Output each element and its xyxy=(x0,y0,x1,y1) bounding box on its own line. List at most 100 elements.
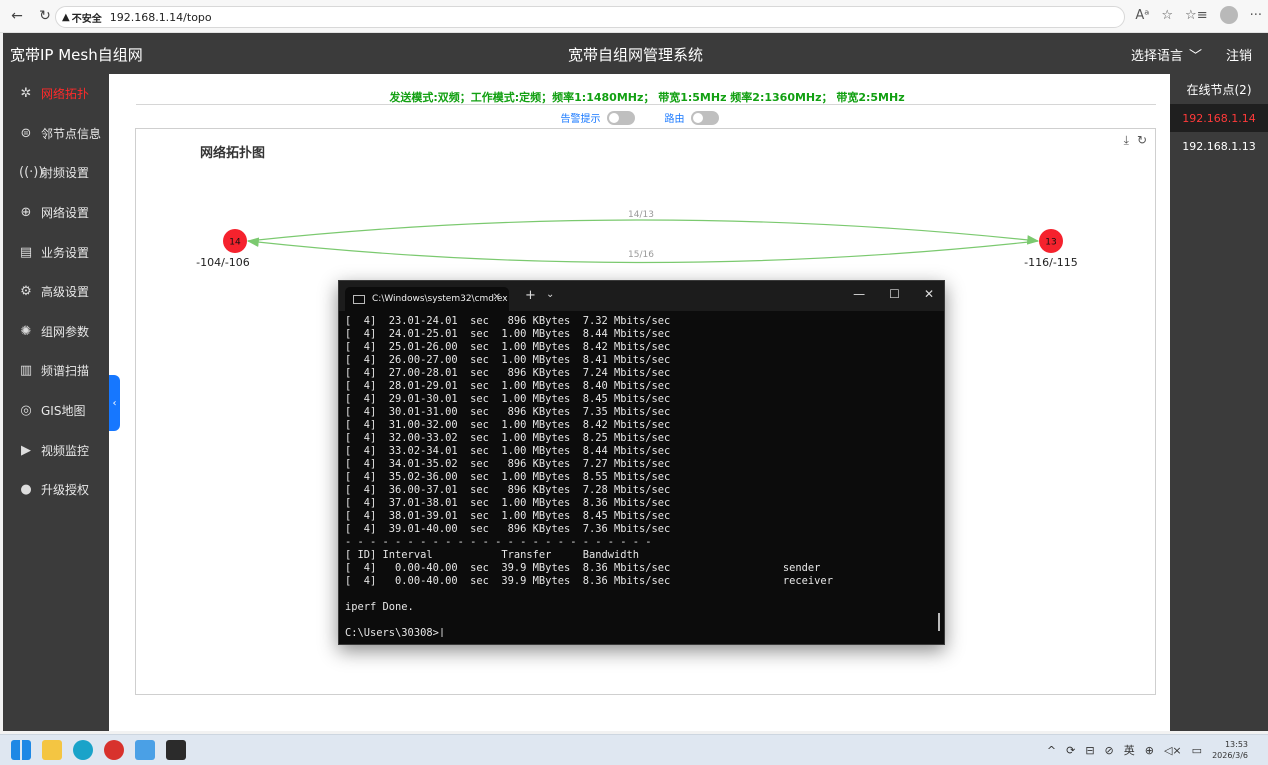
online-node-item[interactable]: 192.168.1.13 xyxy=(1170,132,1268,160)
sidebar-item-label: 射频设置 xyxy=(41,166,90,181)
terminal-line: [ 4] 24.01-25.01 sec 1.00 MBytes 8.44 Mb… xyxy=(345,328,671,340)
sidebar-item-spectrum[interactable]: ▥ 频谱扫描 xyxy=(3,351,109,391)
sidebar-item-label: 组网参数 xyxy=(41,324,90,339)
do-not-disturb-icon[interactable]: ⊘ xyxy=(1105,744,1114,757)
logout-button[interactable]: 注销 xyxy=(1226,45,1252,64)
terminal-line: [ 4] 29.01-30.01 sec 1.00 MBytes 8.45 Mb… xyxy=(345,393,671,405)
sidebar-item-label: 升级授权 xyxy=(41,483,90,498)
terminal-icon xyxy=(353,294,365,304)
ime-indicator[interactable]: 英 xyxy=(1124,742,1135,758)
terminal-line: [ 4] 33.02-34.01 sec 1.00 MBytes 8.44 Mb… xyxy=(345,445,671,457)
terminal-tab[interactable]: C:\Windows\system32\cmd.ex ✕ xyxy=(345,287,509,311)
sidebar-item-label: GIS地图 xyxy=(41,404,86,419)
sidebar-item-radio[interactable]: ((·)) 射频设置 xyxy=(3,153,109,193)
network-icon[interactable]: ⊟ xyxy=(1085,744,1094,757)
terminal-line: [ 4] 30.01-31.00 sec 896 KBytes 7.35 Mbi… xyxy=(345,406,671,418)
sidebar-item-gis[interactable]: ◎ GIS地图 xyxy=(3,391,109,431)
sidebar-item-label: 频谱扫描 xyxy=(41,364,90,379)
sidebar-item-label: 邻节点信息 xyxy=(41,126,102,141)
close-icon[interactable]: ✕ xyxy=(924,287,934,301)
sidebar-item-upgrade[interactable]: ● 升级授权 xyxy=(3,470,109,510)
system-title: 宽带自组网管理系统 xyxy=(567,46,703,64)
favorite-icon[interactable]: ☆ xyxy=(1161,8,1173,23)
clock-time: 13:53 xyxy=(1224,740,1248,749)
sidebar-item-video[interactable]: ▶ 视频监控 xyxy=(3,430,109,470)
edge-icon[interactable] xyxy=(73,740,93,760)
terminal-line: [ 4] 31.00-32.00 sec 1.00 MBytes 8.42 Mb… xyxy=(345,419,671,431)
terminal-line: [ 4] 0.00-40.00 sec 39.9 MBytes 8.36 Mbi… xyxy=(345,562,821,574)
terminal-line: - - - - - - - - - - - - - - - - - - - - … xyxy=(345,536,652,548)
terminal-line: [ 4] 35.02-36.00 sec 1.00 MBytes 8.55 Mb… xyxy=(345,471,671,483)
alarm-toggle-group: 告警提示 xyxy=(561,110,635,125)
new-tab-icon[interactable]: + xyxy=(525,288,536,303)
globe-icon[interactable]: ⊕ xyxy=(1145,744,1154,757)
link-label-bottom: 15/16 xyxy=(628,250,654,260)
read-aloud-icon[interactable]: Aᵃ xyxy=(1135,8,1149,23)
close-tab-icon[interactable]: ✕ xyxy=(493,292,501,303)
minimize-icon[interactable]: — xyxy=(853,287,865,301)
back-icon[interactable]: ← xyxy=(6,5,28,27)
maximize-icon[interactable]: ☐ xyxy=(889,287,900,301)
upgrade-icon: ● xyxy=(20,482,32,498)
terminal-scrollbar[interactable] xyxy=(938,613,940,631)
terminal-window[interactable]: C:\Windows\system32\cmd.ex ✕ + ⌄ — ☐ ✕ [… xyxy=(338,280,945,645)
terminal-line: iperf Done. xyxy=(345,601,414,613)
link-14-13 xyxy=(247,219,1040,245)
terminal-cursor: | xyxy=(438,627,446,637)
sidebar-item-mesh-params[interactable]: ✺ 组网参数 xyxy=(3,312,109,352)
terminal-tab-title: C:\Windows\system32\cmd.ex xyxy=(372,294,508,304)
clock-date: 2026/3/6 xyxy=(1212,751,1248,760)
sidebar-collapse-button[interactable]: ‹ xyxy=(109,375,120,431)
terminal-line: [ 4] 28.01-29.01 sec 1.00 MBytes 8.40 Mb… xyxy=(345,380,671,392)
sidebar-item-label: 高级设置 xyxy=(41,285,90,300)
online-nodes-panel: 在线节点(2) 192.168.1.14 192.168.1.13 xyxy=(1170,74,1268,731)
terminal-line: [ 4] 25.01-26.00 sec 1.00 MBytes 8.42 Mb… xyxy=(345,341,671,353)
address-bar[interactable]: ▲ 不安全 192.168.1.14/topo xyxy=(55,6,1125,28)
screen: ← ↻ ▲ 不安全 192.168.1.14/topo Aᵃ ☆ ☆≡ ··· … xyxy=(0,0,1268,765)
terminal-taskbar-icon[interactable] xyxy=(166,740,186,760)
windows-start-icon[interactable] xyxy=(11,740,31,760)
terminal-titlebar[interactable]: C:\Windows\system32\cmd.ex ✕ + ⌄ — ☐ ✕ xyxy=(339,281,944,311)
alarm-switch[interactable] xyxy=(606,110,635,125)
route-switch[interactable] xyxy=(690,110,719,125)
language-select[interactable]: 选择语言 ﹀ xyxy=(1131,45,1202,64)
clock[interactable]: 13:53 2026/3/6 xyxy=(1212,739,1248,761)
radio-icon: ((·)) xyxy=(19,165,44,181)
chevron-down-icon: ﹀ xyxy=(1188,49,1202,64)
online-nodes-title: 在线节点(2) xyxy=(1186,82,1252,97)
terminal-line: C:\Users\30308>| xyxy=(345,627,446,637)
language-label: 选择语言 xyxy=(1130,49,1183,64)
favorites-list-icon[interactable]: ☆≡ xyxy=(1185,8,1208,23)
sidebar-item-business[interactable]: ▤ 业务设置 xyxy=(3,232,109,272)
terminal-line: [ 4] 0.00-40.00 sec 39.9 MBytes 8.36 Mbi… xyxy=(345,575,833,587)
spectrum-icon: ▥ xyxy=(19,363,33,379)
sidebar-item-label: 网络设置 xyxy=(41,206,90,221)
sidebar-item-topology[interactable]: ✲ 网络拓扑 xyxy=(3,74,109,114)
terminal-output[interactable]: [ 4] 23.01-24.01 sec 896 KBytes 7.32 Mbi… xyxy=(345,315,935,637)
browser-toolbar: ← ↻ ▲ 不安全 192.168.1.14/topo Aᵃ ☆ ☆≡ ··· xyxy=(0,0,1268,33)
more-icon[interactable]: ··· xyxy=(1250,8,1262,23)
profile-avatar[interactable] xyxy=(1219,6,1238,24)
online-node-item[interactable]: 192.168.1.14 xyxy=(1170,104,1268,132)
toggle-bar: 告警提示 路由 xyxy=(109,110,1170,125)
neighbor-icon: ⊜ xyxy=(20,125,32,141)
sidebar-item-label: 网络拓扑 xyxy=(41,87,90,102)
sidebar-item-network[interactable]: ⊕ 网络设置 xyxy=(3,193,109,233)
battery-icon[interactable]: ▭ xyxy=(1192,744,1202,757)
chevron-up-icon[interactable]: ^ xyxy=(1047,744,1056,757)
file-explorer-icon[interactable] xyxy=(42,740,62,760)
volume-icon[interactable]: ◁× xyxy=(1164,744,1182,757)
sidebar-item-neighbor[interactable]: ⊜ 邻节点信息 xyxy=(3,114,109,154)
chevron-down-icon[interactable]: ⌄ xyxy=(546,289,554,300)
terminal-line: [ 4] 23.01-24.01 sec 896 KBytes 7.32 Mbi… xyxy=(345,315,671,327)
sidebar-item-advanced[interactable]: ⚙ 高级设置 xyxy=(3,272,109,312)
link-label-top: 14/13 xyxy=(628,210,654,220)
remote-desktop-icon[interactable] xyxy=(135,740,155,760)
divider xyxy=(136,104,1156,105)
sync-icon[interactable]: ⟳ xyxy=(1066,744,1075,757)
refresh-icon[interactable]: ↻ xyxy=(34,5,56,27)
app-icon[interactable] xyxy=(104,740,124,760)
camera-icon: ▶ xyxy=(21,442,31,458)
app-header: 宽带IP Mesh自组网 宽带自组网管理系统 选择语言 ﹀ 注销 xyxy=(3,33,1268,74)
sidebar-item-label: 视频监控 xyxy=(41,443,90,458)
